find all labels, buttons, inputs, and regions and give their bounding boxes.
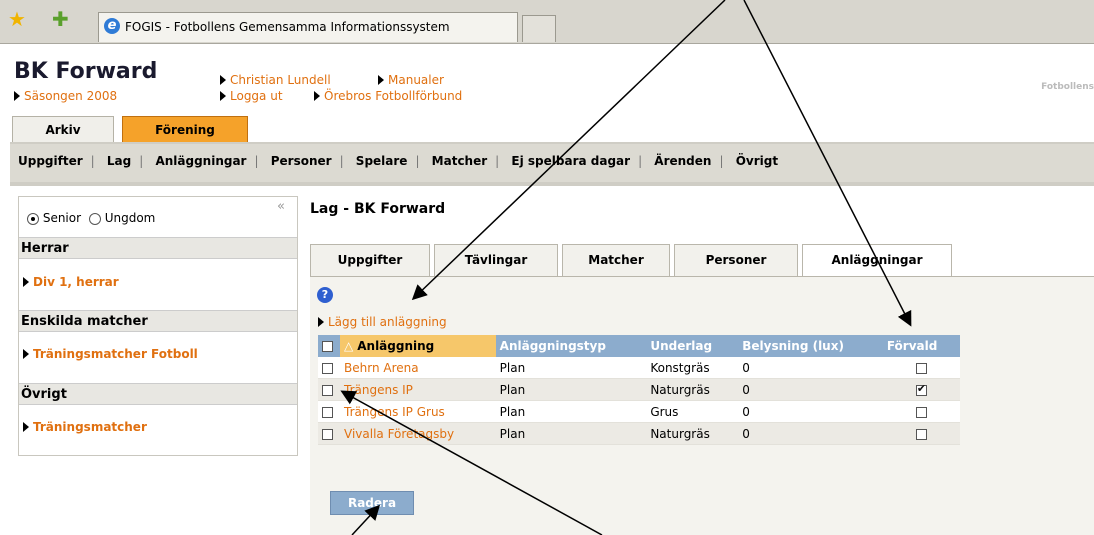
arrow-to-add-link — [411, 0, 726, 301]
arrow-to-delete-button — [351, 504, 381, 535]
arrow-to-default-column — [743, 0, 912, 327]
arrow-to-row-checkbox — [340, 390, 603, 535]
annotation-arrows — [340, 0, 912, 535]
